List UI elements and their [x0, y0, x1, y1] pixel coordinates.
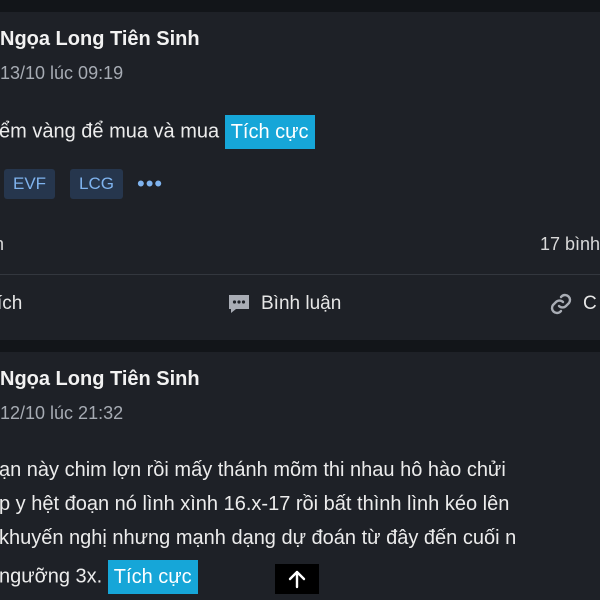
- share-button[interactable]: C: [549, 291, 597, 317]
- post-body-line: khuyến nghị nhưng mạnh dạng dự đoán từ đ…: [0, 527, 517, 549]
- post-card: Ngọa Long Tiên Sinh 12/10 lúc 21:32 ạn n…: [0, 352, 600, 600]
- post-body-line: ểm vàng để mua và mua: [0, 120, 220, 143]
- comment-button[interactable]: Bình luận: [227, 291, 341, 317]
- post-card: Ngọa Long Tiên Sinh 13/10 lúc 09:19 ểm v…: [0, 12, 600, 340]
- author-name[interactable]: Ngọa Long Tiên Sinh: [0, 368, 200, 391]
- comment-bubble-icon: [229, 295, 249, 313]
- divider: [0, 274, 600, 275]
- sentiment-tag[interactable]: Tích cực: [224, 115, 315, 149]
- arrow-up-icon: [288, 570, 306, 589]
- like-button[interactable]: ích: [0, 291, 22, 317]
- post-timestamp[interactable]: 13/10 lúc 09:19: [0, 63, 123, 84]
- share-button-label: C: [583, 293, 597, 314]
- sentiment-tag[interactable]: Tích cực: [107, 560, 198, 594]
- comment-count[interactable]: 17 bình: [540, 234, 600, 255]
- author-name[interactable]: Ngọa Long Tiên Sinh: [0, 28, 200, 51]
- post-body: ngưỡng 3x. Tích cực: [0, 560, 198, 594]
- post-body-line: p y hệt đoạn nó lình xình 16.x-17 rồi bấ…: [0, 493, 510, 515]
- like-button-label: ích: [0, 293, 23, 314]
- comment-button-label: Bình luận: [261, 293, 342, 314]
- ticker-chip[interactable]: LCG: [70, 169, 123, 199]
- ticker-chip[interactable]: EVF: [4, 169, 56, 199]
- post-body-line: ạn này chim lợn rồi mấy thánh mõm thi nh…: [0, 459, 506, 481]
- scroll-top-button[interactable]: [275, 564, 319, 594]
- post-body: ểm vàng để mua và mua Tích cực: [0, 115, 315, 149]
- feed: Ngọa Long Tiên Sinh 13/10 lúc 09:19 ểm v…: [0, 0, 600, 600]
- post-timestamp[interactable]: 12/10 lúc 21:32: [0, 403, 123, 424]
- post-body-line: ngưỡng 3x.: [0, 565, 103, 588]
- reaction-count[interactable]: n: [0, 234, 4, 255]
- link-icon: [550, 293, 572, 315]
- more-dots-icon[interactable]: •••: [137, 172, 163, 196]
